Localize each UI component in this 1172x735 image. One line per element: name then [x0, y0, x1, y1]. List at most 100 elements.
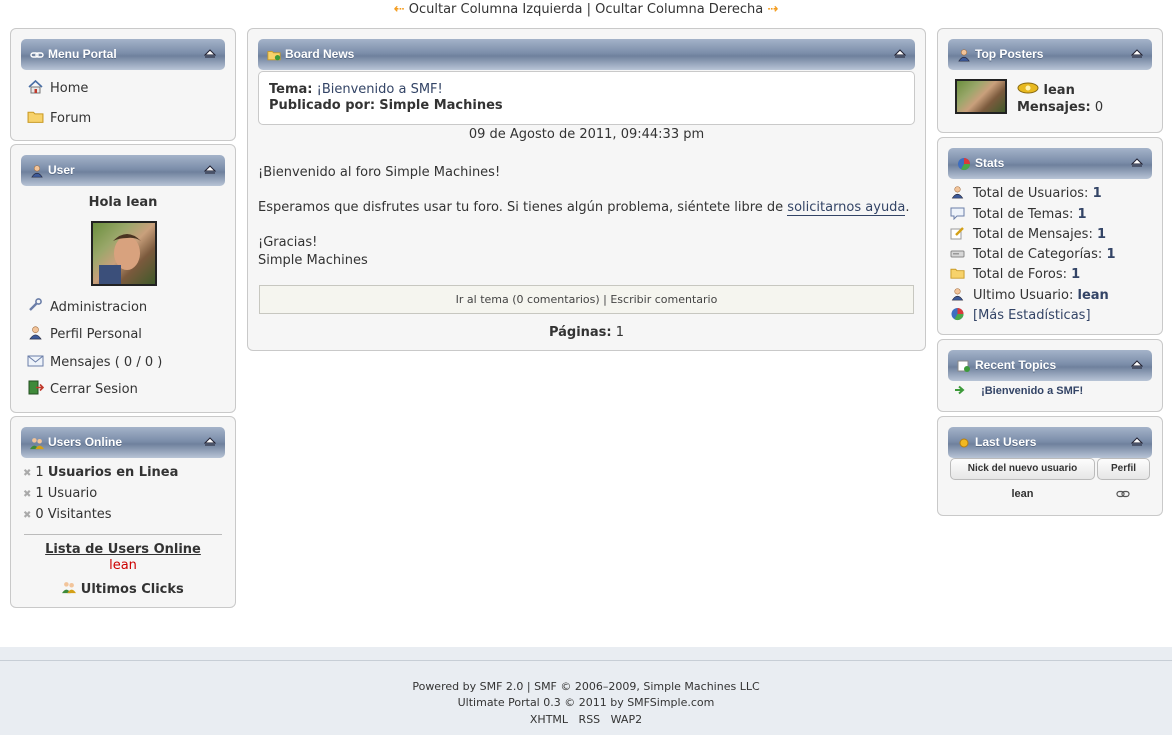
- stat-value: 1: [1096, 227, 1107, 242]
- users-group-icon: [62, 582, 77, 594]
- posted-by-value: Simple Machines: [379, 98, 503, 113]
- avatar[interactable]: [91, 221, 157, 286]
- online-visitors-count: 0 Visitantes: [35, 507, 112, 522]
- recent-topic-item[interactable]: ¡Bienvenido a SMF!: [954, 385, 1083, 397]
- online-total-row: ✖ 1 Usuarios en Linea: [23, 465, 178, 480]
- user-icon: [950, 185, 965, 199]
- arrow-right-icon: [955, 385, 965, 395]
- top-poster-name-row: lean: [1017, 81, 1075, 98]
- admin-link[interactable]: Administracion: [27, 298, 147, 315]
- profile-link[interactable]: Perfil Personal: [27, 325, 142, 342]
- logout-link-label: Cerrar Sesion: [50, 382, 138, 397]
- stat-forums: Total de Foros: 1: [950, 266, 1080, 282]
- write-comment-link[interactable]: Escribir comentario: [610, 293, 717, 306]
- stat-value: 1: [1092, 186, 1102, 201]
- news-body-line: ¡Bienvenido al foro Simple Machines!: [258, 165, 501, 180]
- top-poster-name[interactable]: lean: [1044, 83, 1075, 98]
- stat-label: Total de Categorías:: [973, 247, 1103, 262]
- collapse-icon[interactable]: [204, 164, 216, 174]
- link-chain-icon: [30, 52, 44, 58]
- folder-icon: [950, 266, 965, 280]
- stat-value: 1: [1106, 247, 1116, 262]
- topic-label: Tema:: [269, 82, 313, 97]
- hide-right-column-link[interactable]: Ocultar Columna Derecha: [595, 2, 763, 17]
- users-group-icon: [30, 438, 44, 450]
- folder-new-icon: [267, 51, 281, 61]
- footer-credits-portal[interactable]: Ultimate Portal 0.3 © 2011 by SMFSimple.…: [0, 696, 1172, 709]
- collapse-icon[interactable]: [204, 436, 216, 446]
- collapse-icon[interactable]: [1131, 157, 1143, 167]
- users-online-title: Users Online: [48, 435, 123, 449]
- last-users-title: Last Users: [975, 435, 1037, 449]
- recent-topic-link[interactable]: ¡Bienvenido a SMF!: [981, 385, 1083, 397]
- user-header: User: [21, 155, 225, 186]
- poster-icon: [957, 48, 971, 62]
- wap2-link[interactable]: WAP2: [611, 713, 642, 726]
- profile-column-header[interactable]: Perfil: [1097, 458, 1150, 480]
- read-topic-link[interactable]: Ir al tema (0 comentarios): [456, 293, 600, 306]
- speech-icon: [950, 207, 965, 220]
- collapse-icon[interactable]: [894, 48, 906, 58]
- last-users-header: Last Users: [948, 427, 1152, 458]
- last-user-nick[interactable]: lean: [950, 488, 1095, 500]
- topic-link[interactable]: ¡Bienvenido a SMF!: [317, 82, 443, 97]
- arrow-left-icon[interactable]: ⇠: [394, 2, 405, 17]
- user-title: User: [48, 163, 75, 177]
- recent-topics-block: Recent Topics ¡Bienvenido a SMF!: [937, 339, 1163, 412]
- collapse-icon[interactable]: [1131, 436, 1143, 446]
- help-link[interactable]: solicitarnos ayuda: [787, 200, 906, 216]
- arrow-right-icon[interactable]: ⇢: [767, 2, 778, 17]
- messages-link[interactable]: Mensajes ( 0 / 0 ): [27, 353, 162, 370]
- stat-last-user: Ultimo Usuario: lean: [950, 287, 1109, 303]
- divider: [24, 534, 222, 535]
- collapse-icon[interactable]: [1131, 359, 1143, 369]
- hide-left-column-link[interactable]: Ocultar Columna Izquierda: [409, 2, 583, 17]
- sun-icon: [959, 438, 969, 448]
- user-icon: [30, 164, 44, 178]
- collapse-icon[interactable]: [1131, 48, 1143, 58]
- posted-by-row: Publicado por: Simple Machines: [269, 98, 904, 114]
- stat-label: Total de Usuarios:: [973, 186, 1089, 201]
- profile-link-icon[interactable]: [1116, 490, 1130, 498]
- admin-link-label: Administracion: [50, 300, 148, 315]
- more-stats-link[interactable]: [Más Estadísticas]: [973, 308, 1091, 323]
- recent-topics-title: Recent Topics: [975, 358, 1057, 372]
- xhtml-link[interactable]: XHTML: [530, 713, 568, 726]
- board-news-header: Board News: [258, 39, 915, 70]
- online-list-link[interactable]: Lista de Users Online: [11, 542, 235, 557]
- nick-column-header[interactable]: Nick del nuevo usuario: [950, 458, 1095, 480]
- rss-link[interactable]: RSS: [579, 713, 601, 726]
- stat-messages: Total de Mensajes: 1: [950, 226, 1106, 242]
- top-posters-block: Top Posters lean Mensajes: 0: [937, 28, 1163, 133]
- last-clicks-link[interactable]: Ultimos Clicks: [11, 580, 235, 597]
- stat-users: Total de Usuarios: 1: [950, 185, 1102, 201]
- menu-item-home[interactable]: Home: [27, 79, 88, 96]
- footer-credits-smf[interactable]: Powered by SMF 2.0 | SMF © 2006–2009, Si…: [0, 680, 1172, 693]
- online-users-count: 1 Usuario: [35, 486, 98, 501]
- menu-item-label: Forum: [50, 111, 92, 126]
- drive-icon: [950, 250, 965, 258]
- online-total-label: Usuarios en Linea: [47, 465, 179, 480]
- separator: |: [599, 293, 611, 306]
- bullet-icon: ✖: [23, 468, 32, 479]
- news-body-text: Esperamos que disfrutes usar tu foro. Si…: [258, 200, 788, 215]
- menu-item-forum[interactable]: Forum: [27, 109, 91, 126]
- news-header-box: Tema: ¡Bienvenido a SMF! Publicado por: …: [258, 71, 915, 125]
- stat-value: 1: [1077, 207, 1087, 222]
- top-poster-avatar[interactable]: [955, 79, 1007, 114]
- footer: Powered by SMF 2.0 | SMF © 2006–2009, Si…: [0, 647, 1172, 735]
- column-toggle-bar: ⇠ Ocultar Columna Izquierda | Ocultar Co…: [0, 2, 1172, 20]
- page-number[interactable]: 1: [616, 325, 624, 340]
- logout-link[interactable]: Cerrar Sesion: [27, 380, 138, 397]
- news-body-line: Simple Machines: [258, 253, 368, 268]
- posted-by-label: Publicado por:: [269, 98, 376, 113]
- bullet-icon: ✖: [23, 489, 32, 500]
- last-user-link[interactable]: lean: [1078, 288, 1109, 303]
- online-user-name[interactable]: lean: [11, 558, 235, 573]
- news-body-line: Esperamos que disfrutes usar tu foro. Si…: [258, 199, 915, 217]
- avatar-photo-icon: [99, 234, 141, 284]
- award-icon: [1017, 82, 1039, 94]
- separator: |: [582, 2, 596, 17]
- collapse-icon[interactable]: [204, 48, 216, 58]
- stats-block: Stats Total de Usuarios: 1 Total de Tema…: [937, 137, 1163, 335]
